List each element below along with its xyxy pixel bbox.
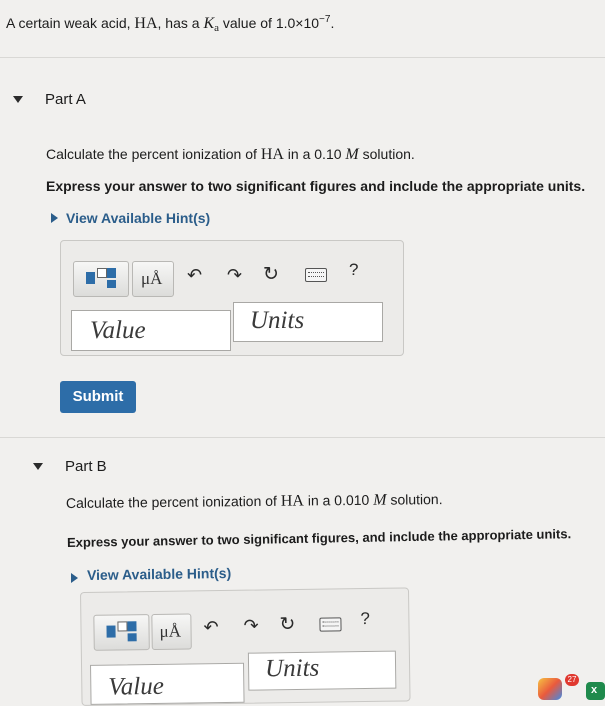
units-button[interactable]: μÅ [151, 613, 192, 651]
dock-app-icon[interactable] [538, 678, 562, 700]
divider [0, 57, 605, 58]
units-button[interactable]: μÅ [132, 261, 174, 297]
value-placeholder: Value [90, 317, 146, 344]
part-b-question: Calculate the percent ionization of HA i… [65, 491, 443, 511]
part-a-hint-link[interactable]: View Available Hint(s) [66, 210, 210, 226]
part-a-answer-panel: μÅ ↶ ↷ ↻ ? Value Units [60, 240, 404, 356]
keyboard-icon[interactable] [319, 617, 342, 632]
part-b-units-input[interactable]: Units [247, 650, 397, 691]
micro-angstrom-icon: μÅ [159, 621, 182, 641]
dock-excel-icon[interactable]: x [586, 682, 605, 700]
hint-caret-icon[interactable] [71, 573, 78, 583]
divider [0, 437, 605, 438]
part-a-title[interactable]: Part A [45, 91, 86, 108]
part-b-instruction: Express your answer to two significant f… [66, 526, 572, 550]
units-placeholder: Units [250, 307, 305, 334]
hint-caret-icon[interactable] [51, 213, 58, 223]
part-a-instruction: Express your answer to two significant f… [46, 178, 586, 194]
collapse-part-a-icon[interactable] [13, 96, 23, 103]
redo-icon[interactable]: ↷ [227, 266, 242, 284]
template-block-icon [107, 268, 116, 278]
part-b-title[interactable]: Part B [65, 458, 107, 475]
templates-button[interactable] [93, 614, 150, 651]
template-box-icon [117, 621, 128, 632]
collapse-part-b-icon[interactable] [33, 463, 43, 470]
part-a-units-input[interactable]: Units [233, 302, 383, 342]
part-b-value-input[interactable]: Value [90, 662, 245, 705]
help-icon[interactable]: ? [349, 260, 358, 280]
micro-angstrom-icon: μÅ [141, 269, 163, 288]
keyboard-icon[interactable] [305, 268, 327, 282]
templates-icon [86, 272, 95, 284]
undo-icon[interactable]: ↶ [187, 266, 202, 284]
template-block-icon [127, 633, 137, 642]
acid-formula: HA [134, 15, 158, 32]
value-placeholder: Value [108, 672, 165, 701]
template-box-icon [97, 268, 107, 278]
reset-icon[interactable]: ↻ [263, 265, 279, 284]
reset-icon[interactable]: ↻ [279, 614, 295, 635]
exponent: −7 [319, 14, 331, 25]
part-a-question: Calculate the percent ionization of HA i… [46, 146, 415, 163]
part-a-value-input[interactable]: Value [71, 310, 231, 351]
template-block-icon [127, 621, 137, 632]
submit-button[interactable]: Submit [60, 381, 136, 413]
problem-statement: A certain weak acid, HA, has a Ka value … [6, 14, 335, 34]
redo-icon[interactable]: ↷ [243, 616, 258, 636]
templates-icon [106, 625, 116, 638]
part-b-answer-panel: μÅ ↶ ↷ ↻ ? Value Units [80, 587, 411, 706]
units-placeholder: Units [264, 654, 320, 683]
help-icon[interactable]: ? [360, 609, 370, 629]
undo-icon[interactable]: ↶ [203, 617, 218, 637]
templates-button[interactable] [73, 261, 129, 297]
notification-badge: 27 [565, 674, 579, 686]
ka-symbol: Ka [203, 15, 219, 34]
template-block-icon [107, 280, 116, 288]
part-b-hint-link[interactable]: View Available Hint(s) [87, 565, 231, 583]
